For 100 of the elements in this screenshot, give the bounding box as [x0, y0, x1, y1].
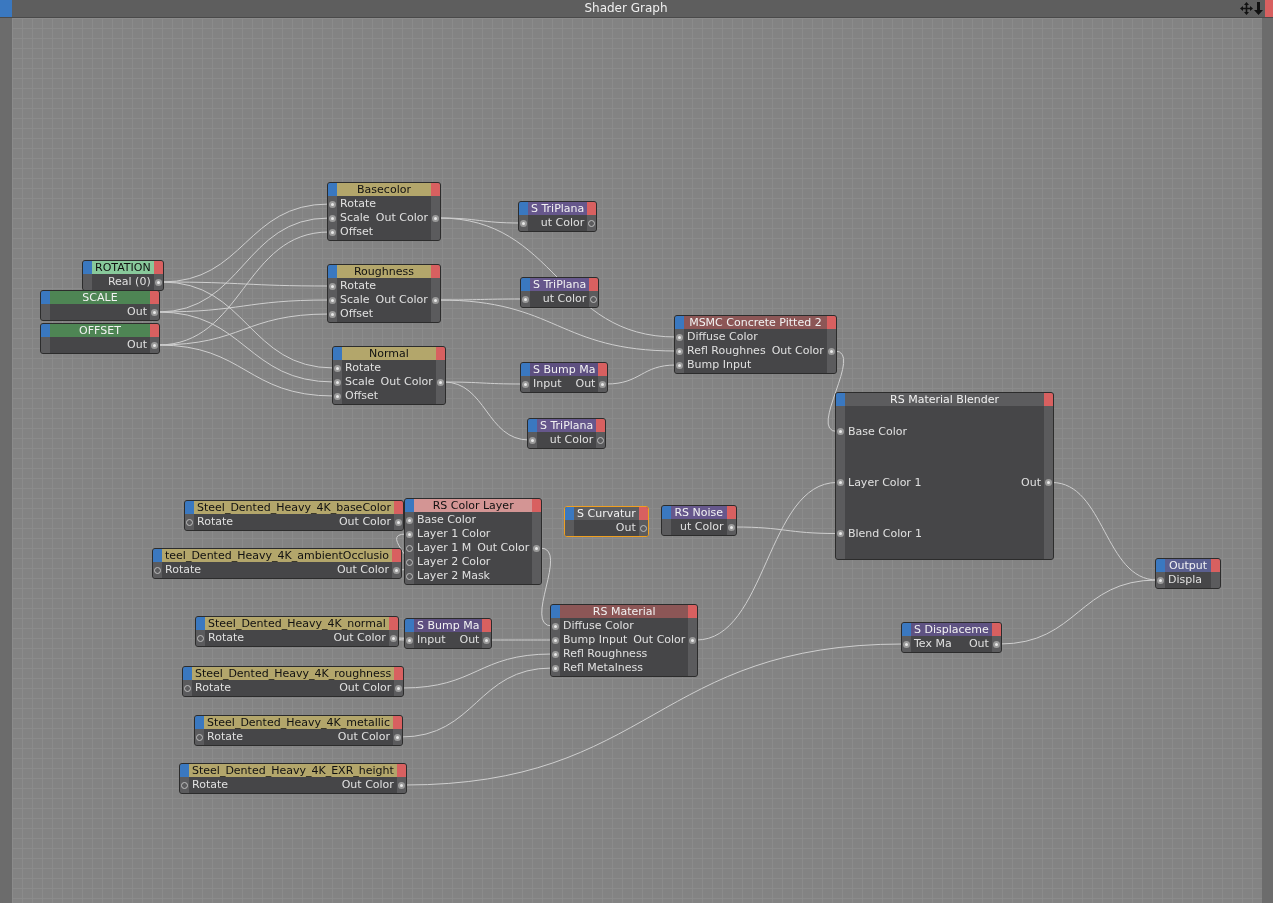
shader-node[interactable]: S TriPlana ut Color: [520, 277, 600, 308]
socket-icon[interactable]: [151, 341, 158, 349]
socket-icon[interactable]: [727, 523, 735, 531]
shader-node[interactable]: Steel_Dented_Heavy_4K_metallic Rotate Out Color: [194, 715, 403, 746]
shader-node[interactable]: SCALE Out: [40, 290, 160, 321]
port-label: Out: [575, 377, 596, 391]
port-label: Blend Color 1: [848, 526, 923, 541]
shader-node[interactable]: Basecolor Rotate Scale Out Color Offset: [327, 182, 441, 241]
socket-icon[interactable]: [689, 636, 697, 644]
socket-icon[interactable]: [406, 636, 413, 644]
socket-icon[interactable]: [827, 347, 835, 355]
shader-node[interactable]: S TriPlana ut Color: [527, 418, 607, 449]
socket-icon[interactable]: [329, 200, 336, 208]
shader-node[interactable]: ROTATION Real (0): [82, 260, 164, 291]
shader-node[interactable]: RS Material Blender Base Color Layer Color 1 Out Blend Color 1: [835, 392, 1054, 560]
socket-icon[interactable]: [522, 295, 529, 303]
corner-tab: [688, 605, 698, 618]
shader-node[interactable]: OFFSET Out: [40, 323, 160, 354]
socket-icon[interactable]: [334, 364, 341, 372]
corner-tab: [392, 549, 402, 562]
corner-tab: [431, 183, 440, 196]
node-header: Steel_Dented_Heavy_4K_baseColor: [194, 501, 395, 514]
shader-node[interactable]: S TriPlana ut Color: [518, 201, 598, 232]
socket-icon[interactable]: [395, 518, 403, 526]
socket-icon[interactable]: [329, 214, 336, 222]
socket-icon[interactable]: [552, 650, 559, 658]
socket-icon[interactable]: [552, 622, 559, 630]
port-label: Rotate: [197, 515, 233, 529]
socket-icon[interactable]: [329, 296, 336, 304]
port-label: Refl Metalness: [563, 661, 643, 675]
corner-tab: [589, 278, 599, 291]
port-label: Rotate: [192, 778, 228, 792]
socket-icon[interactable]: [406, 516, 413, 524]
socket-icon[interactable]: [329, 282, 336, 290]
node-header: Output: [1165, 559, 1212, 572]
shader-node[interactable]: Roughness Rotate Scale Out Color Offset: [327, 264, 441, 323]
socket-icon[interactable]: [992, 640, 1000, 648]
socket-icon[interactable]: [431, 296, 439, 304]
socket-icon[interactable]: [676, 361, 683, 369]
corner-tab: [195, 716, 204, 729]
socket-icon[interactable]: [393, 733, 401, 741]
shader-node[interactable]: S Bump Ma Input Out: [520, 362, 609, 393]
socket-icon[interactable]: [395, 684, 403, 692]
shader-node[interactable]: teel_Dented_Heavy_4K_ambientOcclusio Rotate Out Color: [152, 548, 403, 579]
shader-node[interactable]: Normal Rotate Scale Out Color Offset: [332, 346, 446, 405]
socket-icon[interactable]: [393, 566, 401, 574]
socket-icon[interactable]: [529, 436, 536, 444]
socket-icon[interactable]: [154, 278, 162, 286]
shader-node[interactable]: Steel_Dented_Heavy_4K_baseColor Rotate Out Color: [184, 500, 405, 531]
down-arrow-icon[interactable]: [1254, 2, 1263, 15]
socket-icon[interactable]: [389, 634, 397, 642]
socket-icon[interactable]: [676, 333, 683, 341]
socket-icon[interactable]: [903, 640, 910, 648]
socket-icon[interactable]: [329, 310, 336, 318]
socket-icon[interactable]: [552, 636, 559, 644]
socket-icon[interactable]: [329, 228, 336, 236]
shader-node[interactable]: Steel_Dented_Heavy_4K_roughness Rotate Out Color: [182, 666, 405, 697]
socket-icon[interactable]: [483, 636, 491, 644]
port-label: Scale: [345, 375, 375, 389]
socket-icon[interactable]: [837, 479, 844, 486]
port-label: Base Color: [848, 424, 907, 439]
shader-node[interactable]: RS Noise ut Color: [661, 505, 737, 536]
shader-node[interactable]: RS Material Diffuse Color Bump Input Out Color Refl Roughness Refl Metalness: [550, 604, 699, 677]
socket-icon[interactable]: [1045, 479, 1052, 486]
shader-node[interactable]: S Displaceme Tex Ma Out: [901, 622, 1002, 653]
corner-tab: [1156, 559, 1165, 572]
socket-icon[interactable]: [522, 380, 529, 388]
socket-icon[interactable]: [552, 664, 559, 672]
shader-node[interactable]: S Bump Ma Input Out: [404, 618, 493, 649]
socket-icon[interactable]: [837, 530, 844, 537]
socket-icon[interactable]: [533, 544, 541, 552]
shader-node[interactable]: S Curvatur Out: [564, 506, 649, 537]
socket-icon[interactable]: [334, 378, 341, 386]
socket-icon[interactable]: [406, 530, 413, 538]
socket-icon[interactable]: [397, 781, 405, 789]
node-header: teel_Dented_Heavy_4K_ambientOcclusio: [162, 549, 393, 562]
shader-node[interactable]: RS Color Layer Base Color Layer 1 Color Layer 1 M Out Color Layer 2 Color Layer 2 Mask: [404, 498, 543, 585]
port-label: Out: [127, 338, 147, 352]
socket-icon[interactable]: [436, 378, 444, 386]
socket-icon[interactable]: [676, 347, 683, 355]
socket-icon[interactable]: [599, 380, 607, 388]
socket-icon[interactable]: [837, 428, 844, 435]
corner-tab: [153, 261, 163, 274]
shader-node[interactable]: Steel_Dented_Heavy_4K_normal Rotate Out Color: [195, 616, 399, 647]
corner-tab: [1211, 559, 1221, 572]
corner-tab: [185, 501, 194, 514]
socket-icon[interactable]: [1157, 576, 1164, 584]
socket-icon[interactable]: [334, 392, 341, 400]
port-label: Bump Input: [687, 358, 752, 372]
shader-node[interactable]: Output Displa: [1155, 558, 1222, 589]
port-label: Scale: [340, 211, 370, 225]
node-header: RS Material: [560, 605, 689, 618]
connection-wire: [489, 639, 553, 641]
shader-node[interactable]: MSMC Concrete Pitted 2 Diffuse Color Refl Roughnes Out Color Bump Input: [674, 315, 837, 374]
port-label: Offset: [340, 307, 374, 321]
shader-node[interactable]: Steel_Dented_Heavy_4K_EXR_height Rotate Out Color: [179, 763, 407, 794]
socket-icon[interactable]: [151, 308, 158, 316]
move-icon[interactable]: [1240, 2, 1253, 15]
socket-icon[interactable]: [432, 214, 439, 222]
socket-icon[interactable]: [520, 219, 527, 227]
